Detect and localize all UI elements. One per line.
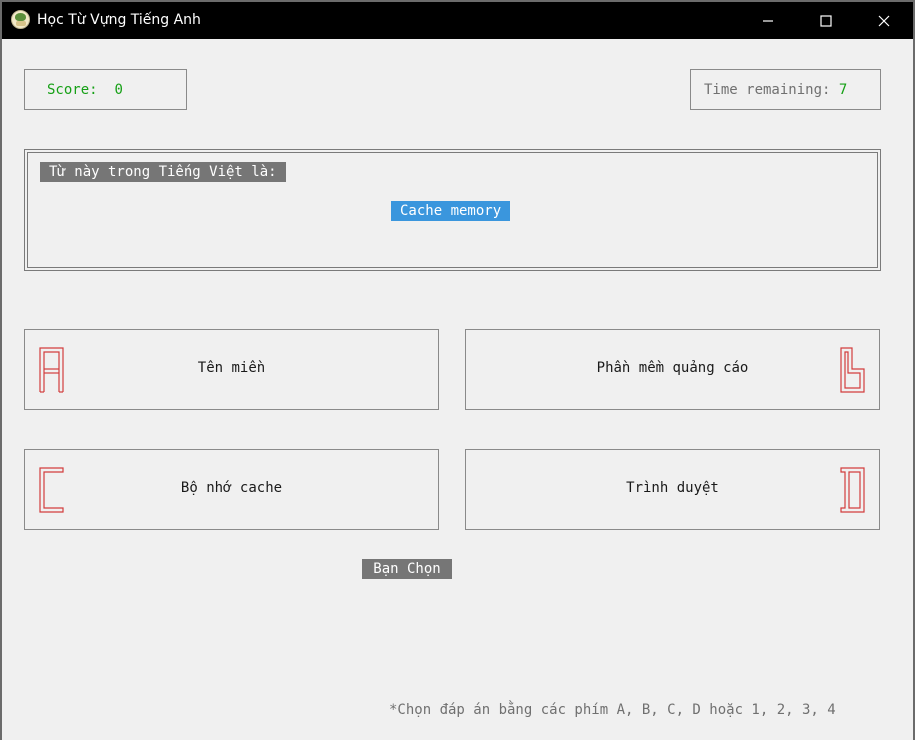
option-d-text: Trình duyệt	[626, 480, 719, 496]
score-display: Score: 0	[47, 82, 123, 98]
minimize-icon	[763, 19, 773, 22]
question-prompt: Từ này trong Tiếng Việt là:	[40, 162, 286, 182]
choice-label: Bạn Chọn	[362, 559, 452, 579]
minimize-button[interactable]	[739, 2, 797, 39]
question-word: Cache memory	[391, 201, 511, 221]
option-d-button[interactable]: Trình duyệt	[465, 449, 880, 530]
maximize-button[interactable]	[797, 2, 855, 39]
option-b-button[interactable]: Phần mềm quảng cáo	[465, 329, 880, 410]
option-a-text: Tên miền	[197, 360, 266, 376]
question-panel-inner: Từ này trong Tiếng Việt là: Cache memory	[27, 152, 878, 268]
timer-label: Time remaining:	[704, 82, 831, 98]
question-panel: Từ này trong Tiếng Việt là: Cache memory	[24, 149, 881, 271]
score-label: Score:	[47, 82, 98, 98]
app-logo-icon	[11, 10, 30, 29]
timer-value: 7	[838, 82, 848, 98]
close-icon	[878, 15, 890, 26]
option-c-text: Bộ nhớ cache	[180, 480, 283, 496]
option-b-text: Phần mềm quảng cáo	[596, 360, 749, 376]
title-bar: Học Từ Vựng Tiếng Anh	[2, 2, 913, 39]
score-value: 0	[114, 82, 123, 98]
option-a-button[interactable]: Tên miền	[24, 329, 439, 410]
app-window: Học Từ Vựng Tiếng Anh Score: 0 Time rema…	[2, 2, 913, 740]
maximize-icon	[820, 14, 832, 27]
option-c-button[interactable]: Bộ nhớ cache	[24, 449, 439, 530]
window-title: Học Từ Vựng Tiếng Anh	[37, 12, 201, 28]
score-panel: Score: 0	[24, 69, 187, 110]
timer-panel: Time remaining: 7	[690, 69, 881, 110]
timer-display: Time remaining: 7	[704, 82, 847, 98]
close-button[interactable]	[855, 2, 913, 39]
keyboard-hint: *Chọn đáp án bằng các phím A, B, C, D ho…	[389, 702, 836, 718]
